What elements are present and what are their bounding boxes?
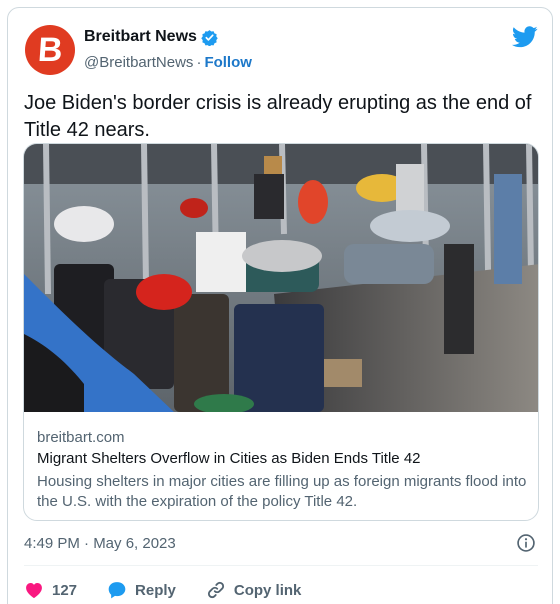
divider: [24, 565, 538, 566]
reply-label: Reply: [135, 581, 176, 599]
verified-badge-icon: [201, 29, 218, 46]
avatar[interactable]: B: [25, 25, 75, 75]
action-bar: 127 Reply Copy link: [24, 578, 331, 602]
tweet-card: B Breitbart News @BreitbartNews · Follow J…: [7, 7, 553, 604]
reply-icon: [108, 582, 126, 599]
follow-button[interactable]: Follow: [204, 54, 252, 71]
tweet-text: Joe Biden's border crisis is already eru…: [24, 92, 532, 141]
separator-dot: ·: [196, 54, 202, 71]
twitter-bird-icon[interactable]: [512, 26, 538, 48]
link-description: Housing shelters in major cities are fil…: [37, 473, 527, 510]
like-count: 127: [52, 581, 78, 599]
avatar-logo: B: [36, 31, 64, 69]
link-preview-image[interactable]: [24, 144, 539, 412]
reply-button[interactable]: Reply: [107, 580, 176, 600]
link-domain: breitbart.com: [37, 429, 125, 446]
heart-icon: [26, 583, 42, 598]
copy-link-label: Copy link: [233, 581, 302, 599]
link-title[interactable]: Migrant Shelters Overflow in Cities as B…: [37, 450, 421, 467]
info-icon[interactable]: [516, 533, 536, 553]
link-icon: [207, 581, 224, 599]
tweet-timestamp[interactable]: 4:49 PM · May 6, 2023: [24, 535, 176, 552]
link-preview-card[interactable]: breitbart.com Migrant Shelters Overflow …: [23, 143, 539, 521]
copy-link-button[interactable]: Copy link: [206, 580, 302, 600]
handle-line: @BreitbartNews · Follow: [84, 54, 252, 71]
author-name[interactable]: Breitbart News: [84, 28, 197, 46]
author-name-row[interactable]: Breitbart News: [84, 28, 218, 46]
like-button[interactable]: 127: [24, 580, 77, 600]
author-handle[interactable]: @BreitbartNews: [84, 54, 193, 71]
